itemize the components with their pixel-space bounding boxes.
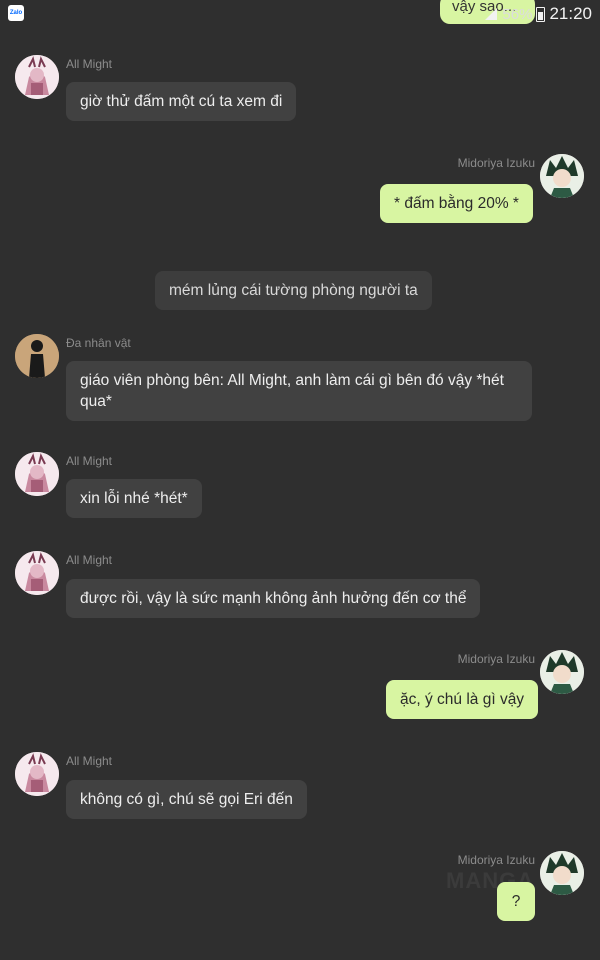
- all-might-avatar-icon: [15, 452, 59, 496]
- message-bubble-outgoing[interactable]: * đấm bằng 20% *: [380, 184, 533, 223]
- system-message: mém lủng cái tường phòng người ta: [155, 271, 432, 310]
- all-might-avatar-icon: [15, 551, 59, 595]
- clock: 21:20: [549, 4, 592, 23]
- message-bubble-incoming[interactable]: xin lỗi nhé *hét*: [66, 479, 202, 518]
- avatar-multi-character[interactable]: [15, 334, 59, 378]
- midoriya-avatar-icon: [540, 650, 584, 694]
- avatar-all-might[interactable]: [15, 55, 59, 99]
- all-might-avatar-icon: [15, 55, 59, 99]
- sender-name: Midoriya Izuku: [457, 652, 535, 666]
- all-might-avatar-icon: [15, 752, 59, 796]
- sender-name: All Might: [66, 454, 113, 468]
- status-indicators: 56% 21:20: [484, 3, 592, 25]
- message-bubble-incoming[interactable]: giờ thử đấm một cú ta xem đi: [66, 82, 297, 121]
- avatar-midoriya[interactable]: [540, 154, 584, 198]
- silhouette-icon: [15, 334, 59, 378]
- avatar-all-might[interactable]: [15, 452, 59, 496]
- midoriya-avatar-icon: [540, 154, 584, 198]
- battery-percent: 56%: [502, 5, 533, 23]
- midoriya-avatar-icon: [540, 851, 584, 895]
- avatar-midoriya[interactable]: [540, 851, 584, 895]
- sender-name: Đa nhân vật: [66, 336, 131, 350]
- avatar-all-might[interactable]: [15, 551, 59, 595]
- sender-name: All Might: [66, 553, 113, 567]
- sender-name: Midoriya Izuku: [457, 853, 535, 867]
- sender-name: All Might: [66, 57, 113, 71]
- message-bubble-outgoing[interactable]: ặc, ý chú là gì vậy: [386, 680, 539, 719]
- avatar-all-might[interactable]: [15, 752, 59, 796]
- signal-icon: [485, 8, 498, 20]
- avatar-midoriya[interactable]: [540, 650, 584, 694]
- sender-name: Midoriya Izuku: [457, 156, 535, 170]
- sender-name: All Might: [66, 754, 113, 768]
- message-bubble-outgoing[interactable]: ?: [497, 882, 535, 921]
- message-bubble-incoming[interactable]: được rồi, vậy là sức mạnh không ảnh hưởn…: [66, 579, 481, 618]
- status-bar: Zalo vậy sao... 56% 21:20: [0, 0, 600, 28]
- battery-icon: [536, 6, 546, 22]
- message-bubble-incoming[interactable]: giáo viên phòng bên: All Might, anh làm …: [66, 361, 532, 421]
- zalo-app-icon: Zalo: [8, 5, 24, 21]
- message-bubble-incoming[interactable]: không có gì, chú sẽ gọi Eri đến: [66, 780, 307, 819]
